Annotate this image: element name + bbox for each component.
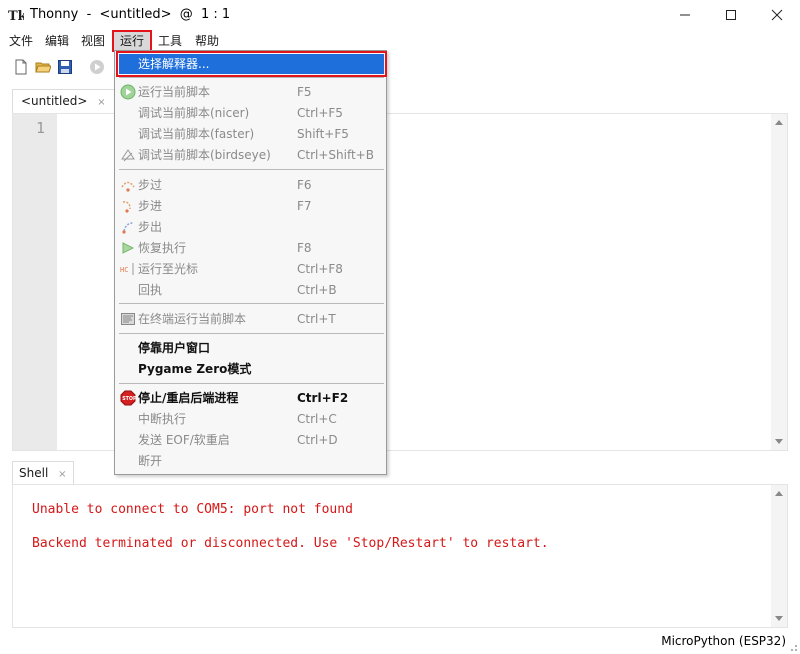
stop-icon: STOP xyxy=(120,390,136,406)
menu-item-debug-birdseye[interactable]: 调试当前脚本(birdseye) Ctrl+Shift+B xyxy=(119,145,384,165)
status-bar: MicroPython (ESP32) xyxy=(0,630,800,654)
birdseye-icon xyxy=(121,149,135,162)
run-menu-dropdown: 选择解释器... 运行当前脚本 F5 调试当前脚本(nicer) Ctrl+F5… xyxy=(114,50,387,475)
menu-item-step-into[interactable]: 步进 F7 xyxy=(119,196,384,216)
line-number: 1 xyxy=(35,119,45,137)
save-icon[interactable] xyxy=(57,59,73,75)
run-icon xyxy=(120,84,136,100)
menu-item-step-out[interactable]: 步出 xyxy=(119,217,384,237)
menu-item-run-in-terminal[interactable]: 在终端运行当前脚本 Ctrl+T xyxy=(119,309,384,329)
menu-edit[interactable]: 编辑 xyxy=(42,32,72,50)
menu-file[interactable]: 文件 xyxy=(6,32,36,50)
svg-text:STOP: STOP xyxy=(122,396,136,402)
minimize-icon xyxy=(680,14,690,16)
menu-separator xyxy=(119,303,384,304)
step-out-icon xyxy=(122,222,134,234)
menu-view[interactable]: 视图 xyxy=(78,32,108,50)
close-icon xyxy=(771,9,783,21)
scroll-down-icon[interactable] xyxy=(775,616,783,621)
menu-item-select-interpreter[interactable]: 选择解释器... xyxy=(116,51,387,77)
menu-separator xyxy=(119,77,384,78)
shell-error-line: Unable to connect to COM5: port not foun… xyxy=(32,502,353,517)
step-into-icon xyxy=(122,201,131,213)
menu-help[interactable]: 帮助 xyxy=(192,32,222,50)
menu-item-pygame-zero-mode[interactable]: Pygame Zero模式 xyxy=(119,359,384,379)
menu-separator xyxy=(119,333,384,334)
close-button[interactable] xyxy=(754,0,800,30)
tab-close-icon[interactable]: × xyxy=(97,97,105,108)
maximize-icon xyxy=(726,10,736,20)
scroll-up-icon[interactable] xyxy=(775,120,783,125)
menu-item-debug-faster[interactable]: 调试当前脚本(faster) Shift+F5 xyxy=(119,124,384,144)
shell-scrollbar[interactable] xyxy=(771,485,787,627)
scroll-up-icon[interactable] xyxy=(775,491,783,496)
thonny-logo-icon: Tk xyxy=(8,9,24,22)
svg-text:HC: HC xyxy=(120,266,128,274)
editor-scrollbar[interactable] xyxy=(771,114,787,450)
menu-item-run-to-cursor[interactable]: HC 运行至光标 Ctrl+F8 xyxy=(119,259,384,279)
shell-tab-label: Shell xyxy=(19,466,49,480)
tab-untitled[interactable]: <untitled> × xyxy=(12,89,115,113)
resume-icon xyxy=(122,242,135,254)
menu-tools[interactable]: 工具 xyxy=(155,32,185,50)
run-icon[interactable] xyxy=(89,59,105,75)
run-to-cursor-icon: HC xyxy=(120,263,134,275)
menu-item-step-over[interactable]: 步过 F6 xyxy=(119,175,384,195)
terminal-icon xyxy=(121,313,135,325)
menu-item-debug-nicer[interactable]: 调试当前脚本(nicer) Ctrl+F5 xyxy=(119,103,384,123)
interpreter-status[interactable]: MicroPython (ESP32) xyxy=(661,634,786,648)
minimize-button[interactable] xyxy=(662,0,708,30)
maximize-button[interactable] xyxy=(708,0,754,30)
menu-item-stop-restart-backend[interactable]: STOP 停止/重启后端进程 Ctrl+F2 xyxy=(119,388,384,408)
scroll-down-icon[interactable] xyxy=(775,439,783,444)
menu-item-resume[interactable]: 恢复执行 F8 xyxy=(119,238,384,258)
shell-tab-close-icon[interactable]: × xyxy=(58,469,66,480)
menu-bar: 文件 编辑 视图 运行 工具 帮助 xyxy=(0,30,800,52)
resize-grip-icon[interactable] xyxy=(788,642,798,652)
menu-item-send-eof[interactable]: 发送 EOF/软重启 Ctrl+D xyxy=(119,430,384,450)
menu-item-disconnect[interactable]: 断开 xyxy=(119,451,384,471)
menu-item-step-back[interactable]: 回执 Ctrl+B xyxy=(119,280,384,300)
menu-run[interactable]: 运行 xyxy=(112,30,152,52)
menu-separator xyxy=(119,169,384,170)
tab-shell[interactable]: Shell × xyxy=(12,461,74,484)
shell-error-line: Backend terminated or disconnected. Use … xyxy=(32,536,549,551)
title-bar: Tk Thonny - <untitled> @ 1 : 1 xyxy=(0,0,800,30)
shell-panel[interactable]: Unable to connect to COM5: port not foun… xyxy=(12,484,788,628)
menu-item-dock-user-windows[interactable]: 停靠用户窗口 xyxy=(119,338,384,358)
menu-item-run-current-script[interactable]: 运行当前脚本 F5 xyxy=(119,82,384,102)
tab-label: <untitled> xyxy=(21,94,88,108)
new-file-icon[interactable] xyxy=(13,59,29,75)
svg-text:Tk: Tk xyxy=(8,9,24,22)
window-title: Thonny - <untitled> @ 1 : 1 xyxy=(30,7,231,22)
menu-item-interrupt[interactable]: 中断执行 Ctrl+C xyxy=(119,409,384,429)
step-over-icon xyxy=(121,181,135,192)
line-number-gutter: 1 xyxy=(13,114,57,450)
open-folder-icon[interactable] xyxy=(35,59,51,75)
menu-separator xyxy=(119,383,384,384)
